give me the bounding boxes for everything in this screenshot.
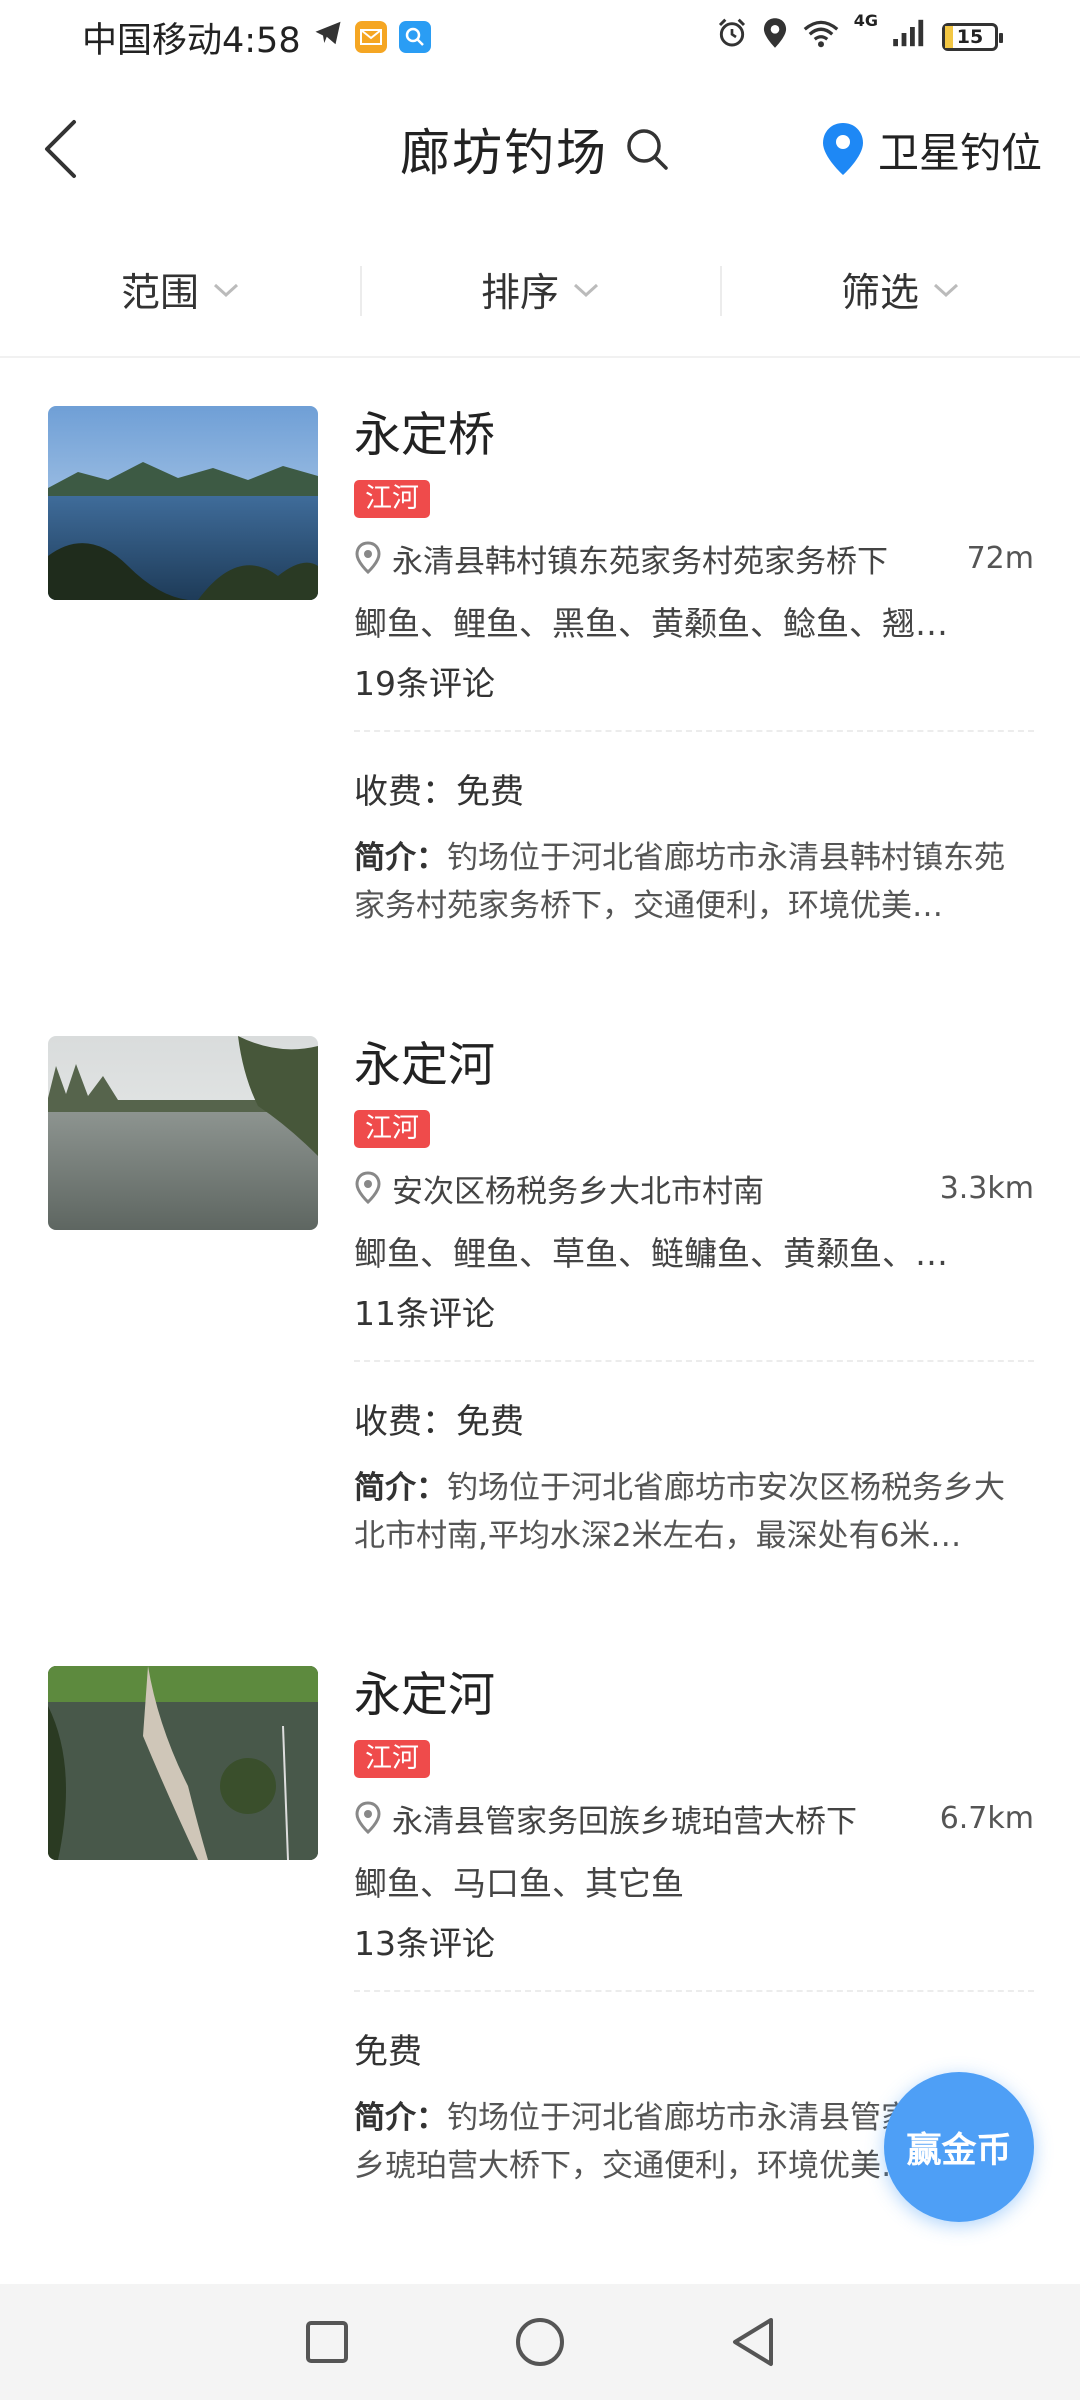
- desc-text: 钓场位于河北省廊坊市永清县韩村镇东苑家务村苑家务桥下，交通便利，环境优美…: [354, 840, 1005, 924]
- page-title: 廊坊钓场: [400, 124, 608, 182]
- location-pin-icon: [355, 1171, 381, 1205]
- navigation-bar: [0, 2284, 1080, 2400]
- spot-address: 永清县韩村镇东苑家务村苑家务桥下: [392, 543, 888, 580]
- desc-label: 简介：: [354, 2100, 447, 2136]
- spot-photo: [48, 1666, 318, 1860]
- mail-icon: [354, 21, 387, 53]
- satellite-spot-button[interactable]: 卫星钓位: [820, 114, 1042, 184]
- carrier-time: 中国移动4:58: [82, 20, 301, 61]
- filter-bar: 范围 排序 筛选: [0, 224, 1080, 358]
- satellite-spot-label: 卫星钓位: [878, 129, 1042, 177]
- location-pin-icon: [355, 1801, 381, 1835]
- search-icon: [627, 129, 668, 170]
- spot-info: 永定桥 江河 永清县韩村镇东苑家务村苑家务桥下 72m 鲫鱼、鲤鱼、黑鱼、黄颡鱼…: [354, 402, 1034, 930]
- spot-name: 永定桥: [354, 408, 495, 463]
- triangle-back-icon: [733, 2318, 774, 2366]
- spot-fish: 鲫鱼、鲤鱼、草鱼、鲢鳙鱼、黄颡鱼、…: [354, 1234, 948, 1273]
- spot-fish: 鲫鱼、马口鱼、其它鱼: [354, 1864, 684, 1903]
- home-button[interactable]: [505, 2307, 575, 2377]
- spot-card[interactable]: 永定河 江河 安次区杨税务乡大北市村南 3.3km 鲫鱼、鲤鱼、草鱼、鲢鳙鱼、黄…: [0, 990, 1080, 1620]
- back-button[interactable]: [30, 114, 90, 184]
- spot-distance: 72m: [966, 540, 1034, 576]
- filter-sort[interactable]: 排序: [360, 224, 720, 356]
- spot-reviews: 13条评论: [354, 1924, 495, 1963]
- divider: [354, 1360, 1034, 1362]
- back-nav-button[interactable]: [718, 2307, 788, 2377]
- spot-distance: 6.7km: [939, 1800, 1034, 1836]
- spot-list: 永定桥 江河 永清县韩村镇东苑家务村苑家务桥下 72m 鲫鱼、鲤鱼、黑鱼、黄颡鱼…: [0, 360, 1080, 2250]
- search-button[interactable]: [622, 124, 672, 174]
- chevron-down-icon: [213, 283, 239, 298]
- network-type: 4G: [853, 10, 878, 30]
- win-coins-button[interactable]: 赢金币: [884, 2072, 1034, 2222]
- spot-type-tag: 江河: [354, 480, 430, 518]
- battery-icon: 15: [942, 23, 1003, 51]
- spot-type-tag: 江河: [354, 1110, 430, 1148]
- divider: [354, 1990, 1034, 1992]
- spot-card[interactable]: 永定桥 江河 永清县韩村镇东苑家务村苑家务桥下 72m 鲫鱼、鲤鱼、黑鱼、黄颡鱼…: [0, 360, 1080, 990]
- filter-label: 排序: [480, 271, 559, 316]
- chevron-down-icon: [573, 283, 599, 298]
- circle-icon: [515, 2318, 564, 2366]
- battery-fill: [945, 26, 953, 48]
- address-row: 永清县管家务回族乡琥珀营大桥下 6.7km: [354, 1790, 1034, 1846]
- spot-distance: 3.3km: [939, 1170, 1034, 1206]
- alarm-icon: [716, 17, 748, 58]
- status-left: 中国移动4:58: [82, 12, 431, 63]
- filter-range[interactable]: 范围: [0, 224, 360, 356]
- chevron-down-icon: [933, 283, 959, 298]
- address-row: 安次区杨税务乡大北市村南 3.3km: [354, 1160, 1034, 1216]
- spot-name: 永定河: [354, 1668, 495, 1723]
- spot-address: 安次区杨税务乡大北市村南: [392, 1173, 764, 1210]
- address-row: 永清县韩村镇东苑家务村苑家务桥下 72m: [354, 530, 1034, 586]
- spot-type-tag: 江河: [354, 1740, 430, 1778]
- desc-text: 钓场位于河北省廊坊市安次区杨税务乡大北市村南,平均水深2米左右，最深处有6米…: [354, 1470, 1005, 1554]
- location-pin-icon: [355, 541, 381, 575]
- location-icon: [762, 17, 788, 58]
- spot-photo: [48, 1036, 318, 1230]
- map-pin-icon: [823, 123, 863, 175]
- wifi-icon: [802, 17, 840, 57]
- spot-name: 永定河: [354, 1038, 495, 1093]
- spot-fish: 鲫鱼、鲤鱼、黑鱼、黄颡鱼、鲶鱼、翘…: [354, 604, 948, 643]
- status-right: 4G 15: [716, 11, 1003, 58]
- spot-photo: [48, 406, 318, 600]
- spot-fee: 收费：免费: [354, 772, 524, 812]
- filter-label: 范围: [120, 271, 199, 316]
- divider: [354, 730, 1034, 732]
- telegram-icon: [313, 17, 343, 57]
- spot-description: 简介：钓场位于河北省廊坊市永清县韩村镇东苑家务村苑家务桥下，交通便利，环境优美…: [354, 834, 1034, 930]
- spot-reviews: 11条评论: [354, 1294, 495, 1333]
- signal-icon: [892, 17, 928, 57]
- desc-label: 简介：: [354, 840, 447, 876]
- title-wrap: 廊坊钓场: [400, 114, 672, 184]
- spot-fee: 免费: [354, 2032, 422, 2072]
- header: 廊坊钓场 卫星钓位: [0, 74, 1080, 224]
- square-icon: [305, 2321, 348, 2363]
- spot-address: 永清县管家务回族乡琥珀营大桥下: [392, 1803, 857, 1840]
- chevron-left-icon: [45, 120, 76, 178]
- filter-label: 筛选: [840, 271, 919, 316]
- spot-info: 永定河 江河 安次区杨税务乡大北市村南 3.3km 鲫鱼、鲤鱼、草鱼、鲢鳙鱼、黄…: [354, 1032, 1034, 1560]
- spot-reviews: 19条评论: [354, 664, 495, 703]
- desc-label: 简介：: [354, 1470, 447, 1506]
- filter-screen[interactable]: 筛选: [720, 224, 1080, 356]
- screen: 中国移动4:58 4G 15 廊坊钓场 卫星钓位 范围 排序 筛选 永定桥 江河…: [0, 0, 1080, 2400]
- spot-fee: 收费：免费: [354, 1402, 524, 1442]
- recents-button[interactable]: [292, 2307, 362, 2377]
- battery-level: 15: [956, 26, 984, 48]
- spot-description: 简介：钓场位于河北省廊坊市安次区杨税务乡大北市村南,平均水深2米左右，最深处有6…: [354, 1464, 1034, 1560]
- search-app-icon: [398, 21, 431, 53]
- status-bar: 中国移动4:58 4G 15: [0, 0, 1080, 74]
